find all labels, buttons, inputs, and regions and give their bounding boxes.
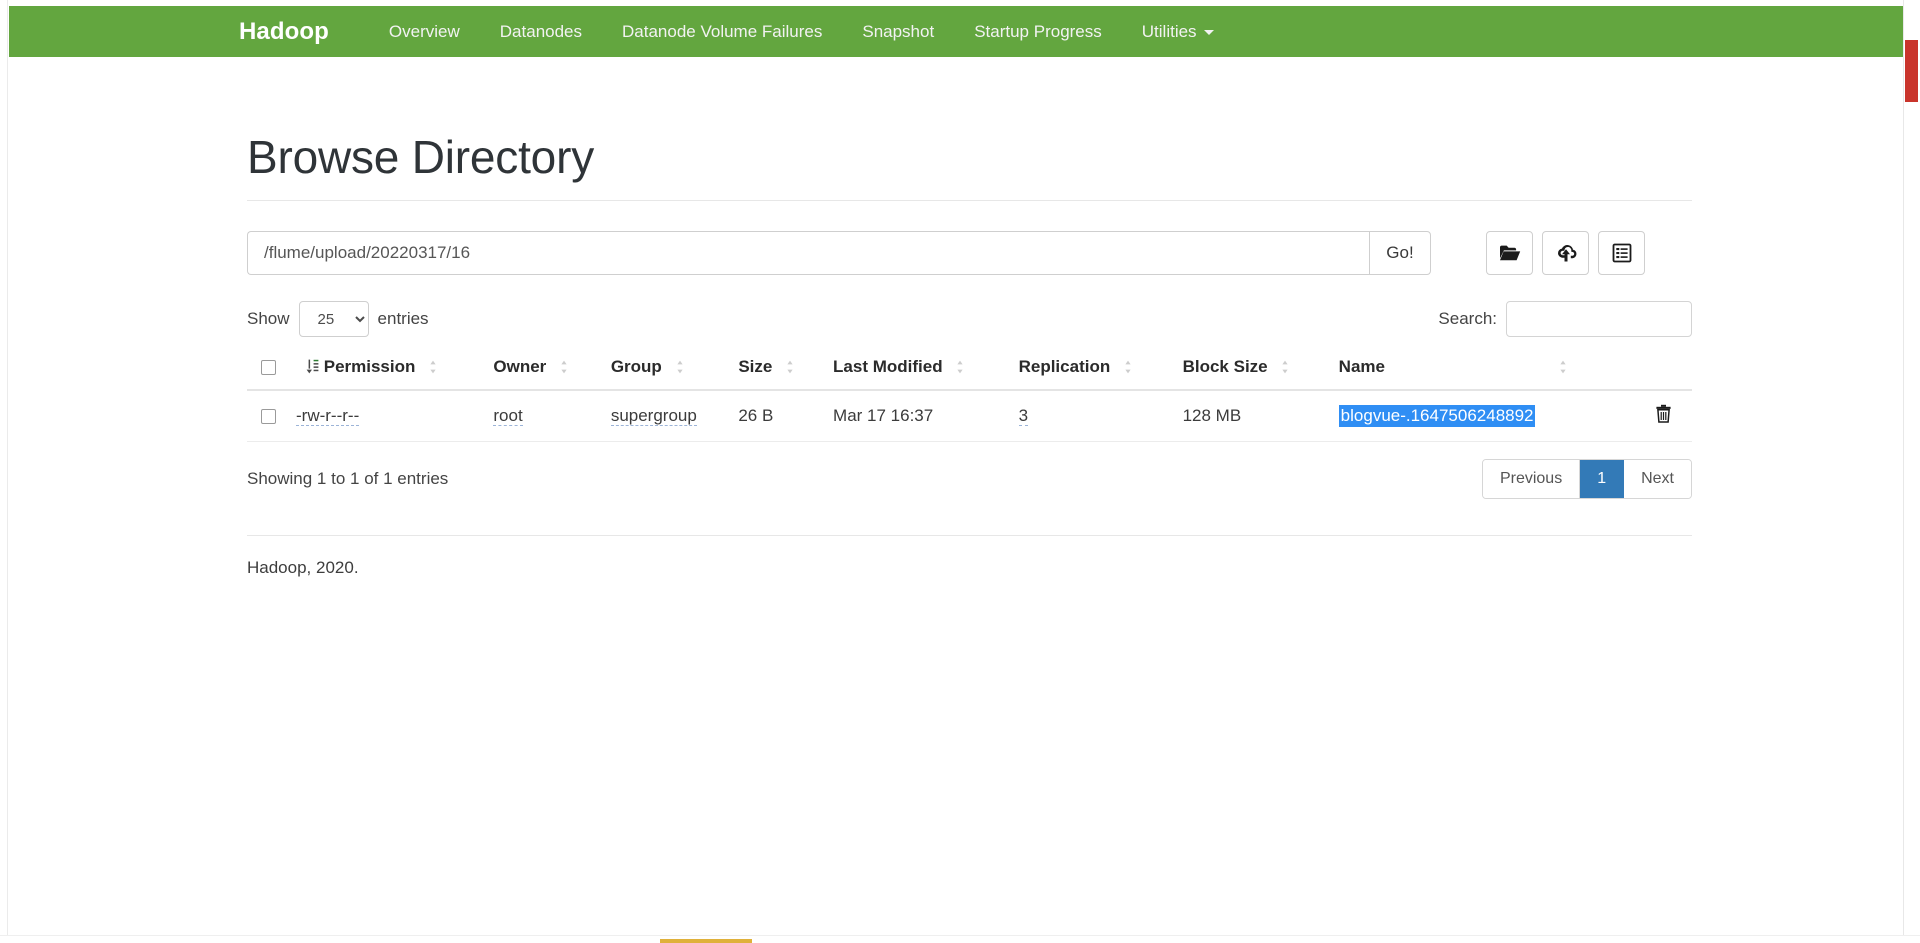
column-header-size-label: Size bbox=[738, 357, 773, 376]
cell-group: supergroup bbox=[600, 390, 729, 442]
clipboard-list-icon bbox=[1612, 243, 1632, 263]
column-header-owner[interactable]: Owner bbox=[483, 349, 601, 391]
page-length-select[interactable]: 25 bbox=[298, 301, 369, 337]
table-row[interactable]: -rw-r--r-- root supergroup 26 B Mar 17 1… bbox=[247, 390, 1692, 442]
nav-item-snapshot[interactable]: Snapshot bbox=[842, 6, 954, 57]
page-title: Browse Directory bbox=[247, 131, 594, 183]
folder-icon bbox=[1499, 244, 1521, 262]
replication-link[interactable]: 3 bbox=[1018, 406, 1029, 426]
footer-copyright: Hadoop, 2020. bbox=[247, 558, 359, 577]
window-left-edge bbox=[0, 0, 8, 943]
pagination-previous[interactable]: Previous bbox=[1482, 460, 1581, 498]
column-header-block-size[interactable]: Block Size bbox=[1172, 349, 1329, 391]
pagination-page-1[interactable]: 1 bbox=[1580, 460, 1625, 498]
scrollbar-thumb[interactable] bbox=[1905, 40, 1918, 102]
table-footer: Showing 1 to 1 of 1 entries Previous 1 N… bbox=[247, 459, 1692, 499]
column-header-last-modified-label: Last Modified bbox=[833, 357, 943, 376]
sort-amount-icon bbox=[306, 359, 319, 379]
pagination-next[interactable]: Next bbox=[1624, 460, 1691, 498]
page-length-control: Show 25 entries bbox=[247, 301, 429, 337]
column-header-permission[interactable]: Permission bbox=[286, 349, 484, 391]
nav-item-datanodes[interactable]: Datanodes bbox=[480, 6, 602, 57]
sort-icon bbox=[1282, 359, 1292, 379]
table-head: Permission Owner Group Size Last Modifie… bbox=[247, 349, 1692, 391]
row-checkbox[interactable] bbox=[261, 409, 276, 425]
cell-block-size: 128 MB bbox=[1172, 390, 1329, 442]
column-header-block-size-label: Block Size bbox=[1182, 357, 1268, 376]
main-container: Browse Directory Go! bbox=[247, 82, 1692, 578]
sort-icon bbox=[676, 359, 687, 379]
cloud-upload-icon bbox=[1554, 243, 1578, 263]
path-toolbar: Go! bbox=[247, 231, 1692, 275]
sort-icon bbox=[561, 359, 571, 379]
cell-owner: root bbox=[483, 390, 601, 442]
sort-icon bbox=[957, 359, 967, 379]
search-input[interactable] bbox=[1506, 301, 1692, 337]
browser-viewport: Hadoop Overview Datanodes Datanode Volum… bbox=[0, 0, 1920, 943]
group-link[interactable]: supergroup bbox=[610, 406, 697, 426]
column-header-name-label: Name bbox=[1338, 357, 1385, 376]
column-header-owner-label: Owner bbox=[493, 357, 547, 376]
sort-icon bbox=[1125, 359, 1135, 379]
permission-link[interactable]: -rw-r--r-- bbox=[296, 406, 360, 426]
footer-divider bbox=[247, 535, 1692, 536]
sort-icon bbox=[787, 359, 797, 379]
file-name-link[interactable]: blogvue-.1647506248892 bbox=[1338, 405, 1535, 427]
nav-item-overview[interactable]: Overview bbox=[369, 6, 480, 57]
directory-path-input[interactable] bbox=[247, 231, 1369, 275]
column-header-last-modified[interactable]: Last Modified bbox=[823, 349, 1009, 391]
column-header-group-label: Group bbox=[610, 357, 662, 376]
cell-last-modified: Mar 17 16:37 bbox=[823, 390, 1009, 442]
cell-replication: 3 bbox=[1008, 390, 1173, 442]
top-navbar: Hadoop Overview Datanodes Datanode Volum… bbox=[9, 6, 1903, 57]
cell-name: blogvue-.1647506248892 bbox=[1328, 390, 1631, 442]
delete-file-button[interactable] bbox=[1655, 404, 1672, 423]
table-body: -rw-r--r-- root supergroup 26 B Mar 17 1… bbox=[247, 390, 1692, 442]
table-header-row: Permission Owner Group Size Last Modifie… bbox=[247, 349, 1692, 391]
nav-item-datanode-volume-failures[interactable]: Datanode Volume Failures bbox=[602, 6, 842, 57]
column-header-name[interactable]: Name bbox=[1328, 349, 1631, 391]
column-header-group[interactable]: Group bbox=[600, 349, 729, 391]
taskbar-active-marker bbox=[660, 939, 752, 943]
nav-item-startup-progress[interactable]: Startup Progress bbox=[954, 6, 1122, 57]
table-controls: Show 25 entries Search: bbox=[247, 301, 1692, 337]
search-label: Search: bbox=[1438, 309, 1497, 328]
select-all-checkbox[interactable] bbox=[261, 360, 276, 376]
column-header-permission-label: Permission bbox=[323, 357, 416, 376]
show-label: Show bbox=[247, 309, 290, 328]
upload-files-button[interactable] bbox=[1542, 231, 1589, 275]
column-header-replication[interactable]: Replication bbox=[1008, 349, 1173, 391]
window-bottom-edge bbox=[0, 935, 1920, 943]
chevron-down-icon bbox=[1203, 30, 1214, 36]
create-directory-button[interactable] bbox=[1486, 231, 1533, 275]
cell-size: 26 B bbox=[728, 390, 824, 442]
nav-item-utilities-label: Utilities bbox=[1141, 22, 1197, 41]
row-select-cell[interactable] bbox=[247, 390, 286, 442]
go-button[interactable]: Go! bbox=[1369, 231, 1431, 275]
directory-listing-table: Permission Owner Group Size Last Modifie… bbox=[247, 349, 1692, 442]
trash-icon bbox=[1655, 404, 1672, 426]
column-header-size[interactable]: Size bbox=[728, 349, 824, 391]
vertical-scrollbar[interactable] bbox=[1903, 0, 1920, 943]
cut-paste-button[interactable] bbox=[1598, 231, 1645, 275]
column-header-replication-label: Replication bbox=[1018, 357, 1111, 376]
sort-icon bbox=[430, 359, 440, 379]
entries-label: entries bbox=[377, 309, 429, 328]
search-control: Search: bbox=[1438, 301, 1692, 337]
nav-item-utilities[interactable]: Utilities bbox=[1122, 6, 1234, 57]
title-divider bbox=[247, 200, 1692, 201]
column-select-all[interactable] bbox=[247, 349, 286, 391]
column-header-actions bbox=[1630, 349, 1692, 391]
owner-link[interactable]: root bbox=[493, 406, 523, 426]
navbar-brand-hadoop[interactable]: Hadoop bbox=[239, 18, 329, 46]
table-info-text: Showing 1 to 1 of 1 entries bbox=[247, 469, 449, 488]
pagination: Previous 1 Next bbox=[1481, 459, 1692, 499]
cell-actions bbox=[1630, 390, 1692, 442]
directory-action-buttons bbox=[1486, 231, 1645, 275]
sort-icon bbox=[1560, 359, 1570, 379]
path-input-group: Go! bbox=[247, 231, 1431, 275]
cell-permission: -rw-r--r-- bbox=[286, 390, 484, 442]
